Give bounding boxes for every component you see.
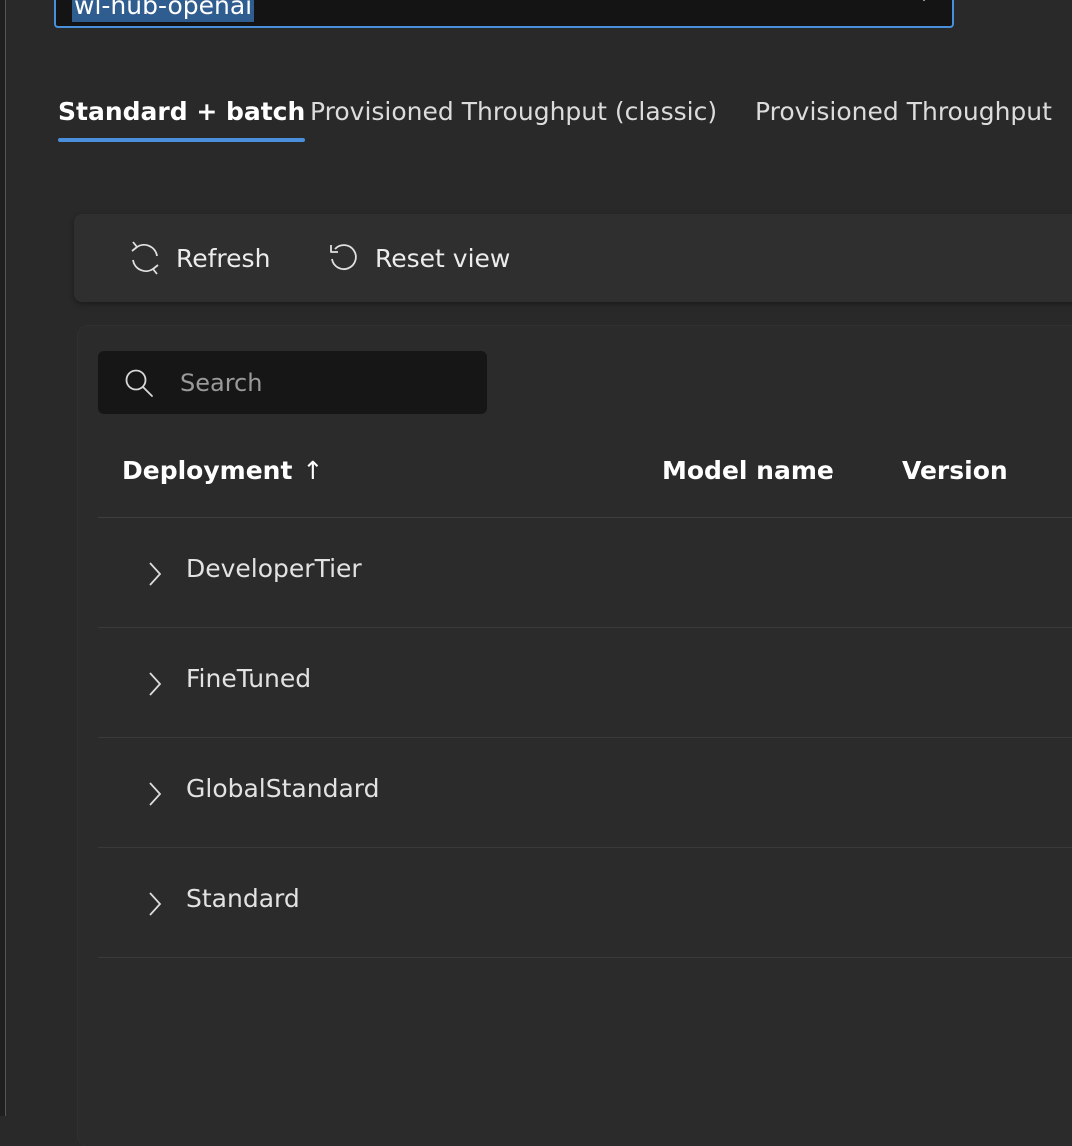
column-header-version[interactable]: Version: [902, 456, 1008, 485]
left-rail-divider: [0, 0, 6, 1116]
group-row-globalstandard[interactable]: GlobalStandard: [98, 738, 1072, 848]
refresh-label: Refresh: [176, 243, 271, 273]
resource-select-value: wl-hub-openai: [72, 0, 255, 22]
group-name: GlobalStandard: [186, 774, 380, 803]
chevron-down-icon: [922, 0, 926, 2]
reset-view-label: Reset view: [375, 243, 511, 273]
reset-view-button[interactable]: Reset view: [327, 238, 510, 278]
refresh-icon: [131, 241, 159, 275]
group-name: DeveloperTier: [186, 554, 362, 583]
deployments-grid: Deployment ↑ Model name Version Develope…: [78, 326, 1072, 1146]
group-row-finetuned[interactable]: FineTuned: [98, 628, 1072, 738]
reset-icon: [330, 244, 357, 270]
sort-ascending-icon: ↑: [302, 456, 324, 485]
group-name: Standard: [186, 884, 300, 913]
search-input[interactable]: [178, 367, 462, 398]
chevron-right-icon[interactable]: [146, 560, 164, 588]
column-header-model-name[interactable]: Model name: [662, 456, 834, 485]
group-row-standard[interactable]: Standard: [98, 848, 1072, 958]
group-name: FineTuned: [186, 664, 312, 693]
resource-select-dropdown[interactable]: wl-hub-openai: [54, 0, 954, 28]
search-icon: [125, 369, 153, 397]
tab-standard-batch[interactable]: Standard + batch: [58, 90, 306, 142]
column-header-deployment-label: Deployment: [122, 456, 293, 485]
refresh-button[interactable]: Refresh: [128, 238, 270, 278]
tab-provisioned-throughput-classic[interactable]: Provisioned Throughput (classic): [310, 90, 717, 142]
chevron-right-icon[interactable]: [146, 670, 164, 698]
deployment-type-tabs: Standard + batch Provisioned Throughput …: [54, 90, 1072, 146]
group-row-developertier[interactable]: DeveloperTier: [98, 518, 1072, 628]
search-box[interactable]: [98, 351, 487, 414]
column-header-deployment[interactable]: Deployment ↑: [122, 456, 323, 485]
command-bar: Refresh Reset view: [74, 214, 1072, 302]
chevron-right-icon[interactable]: [146, 890, 164, 918]
tab-provisioned-throughput[interactable]: Provisioned Throughput: [755, 90, 1052, 142]
chevron-right-icon[interactable]: [146, 780, 164, 808]
